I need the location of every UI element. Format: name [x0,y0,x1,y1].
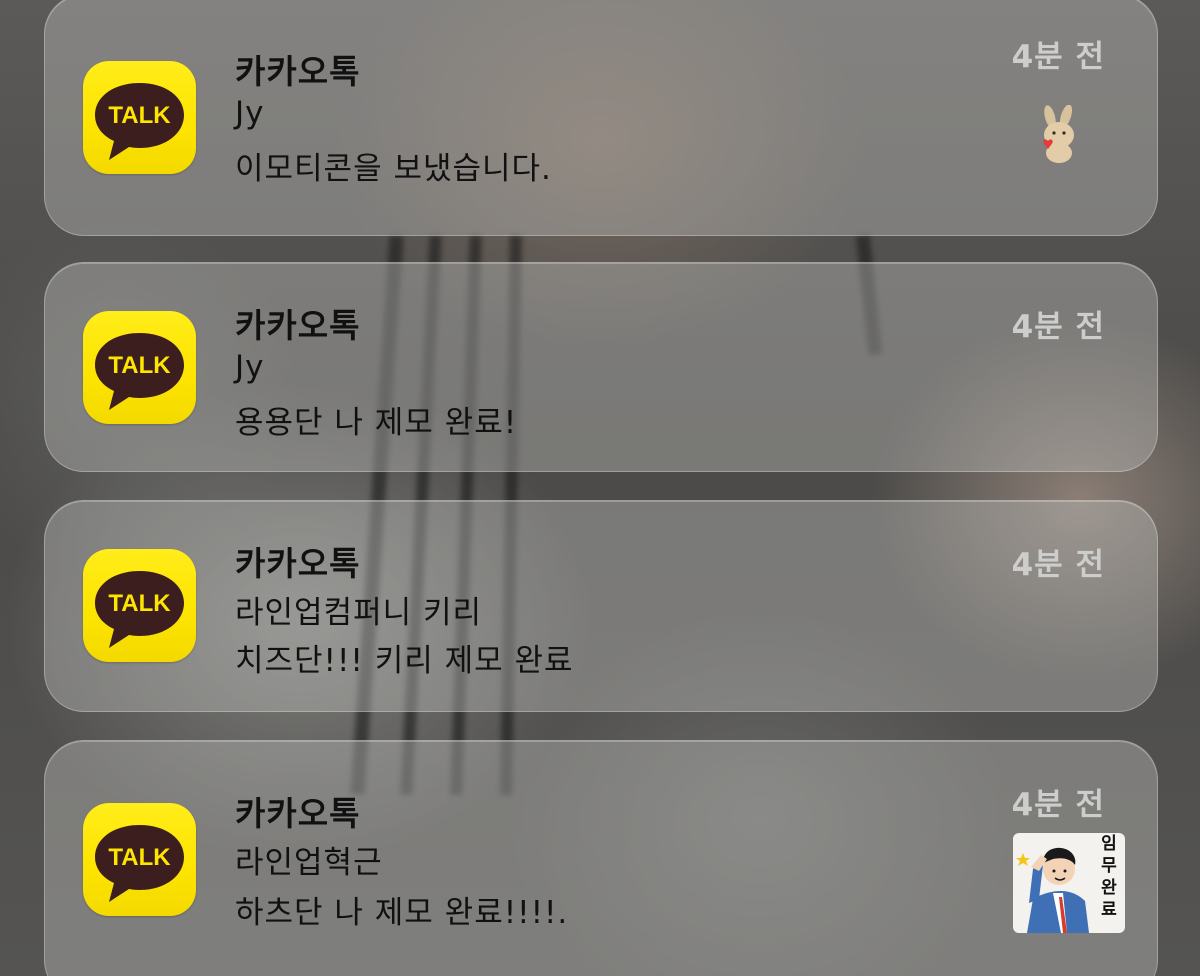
notification-card[interactable]: TALK 카카오톡 4분 전 Jy 이모티콘을 보냈습니다. [44,0,1158,236]
sender-name: Jy [235,349,265,385]
sender-name: Jy [235,95,265,131]
app-name: 카카오톡 [235,52,361,91]
app-name: 카카오톡 [235,306,361,345]
notification-card[interactable]: TALK 카카오톡 4분 전 라인업혁근 하츠단 나 제모 완료!!!!. 임무… [44,740,1158,976]
talk-label: TALK [108,352,171,379]
talk-label: TALK [108,102,171,129]
talk-label: TALK [108,844,171,871]
salute-man-emoticon-thumbnail: 임무완료 [1013,833,1125,937]
message-text: 용용단 나 제모 완료! [235,405,518,441]
kakaotalk-icon: TALK [83,549,196,662]
timestamp: 4분 전 [1011,547,1105,583]
sender-name: 라인업컴퍼니 키리 [235,595,483,631]
talk-label: TALK [108,590,171,617]
app-name: 카카오톡 [235,794,361,833]
message-text: 치즈단!!! 키리 제모 완료 [235,643,574,679]
notification-card[interactable]: TALK 카카오톡 4분 전 Jy 용용단 나 제모 완료! [44,262,1158,472]
message-text: 이모티콘을 보냈습니다. [235,151,552,187]
notification-card[interactable]: TALK 카카오톡 4분 전 라인업컴퍼니 키리 치즈단!!! 키리 제모 완료 [44,500,1158,712]
timestamp: 4분 전 [1011,309,1105,345]
message-text: 하츠단 나 제모 완료!!!!. [235,895,569,931]
bunny-emoticon-thumbnail [1035,104,1087,169]
kakaotalk-icon: TALK [83,803,196,916]
timestamp: 4분 전 [1011,787,1105,823]
mission-complete-sticker-text: 임무완료 [1101,834,1117,920]
app-name: 카카오톡 [235,544,361,583]
timestamp: 4분 전 [1011,39,1105,75]
sender-name: 라인업혁근 [235,845,383,881]
kakaotalk-icon: TALK [83,61,196,174]
kakaotalk-icon: TALK [83,311,196,424]
